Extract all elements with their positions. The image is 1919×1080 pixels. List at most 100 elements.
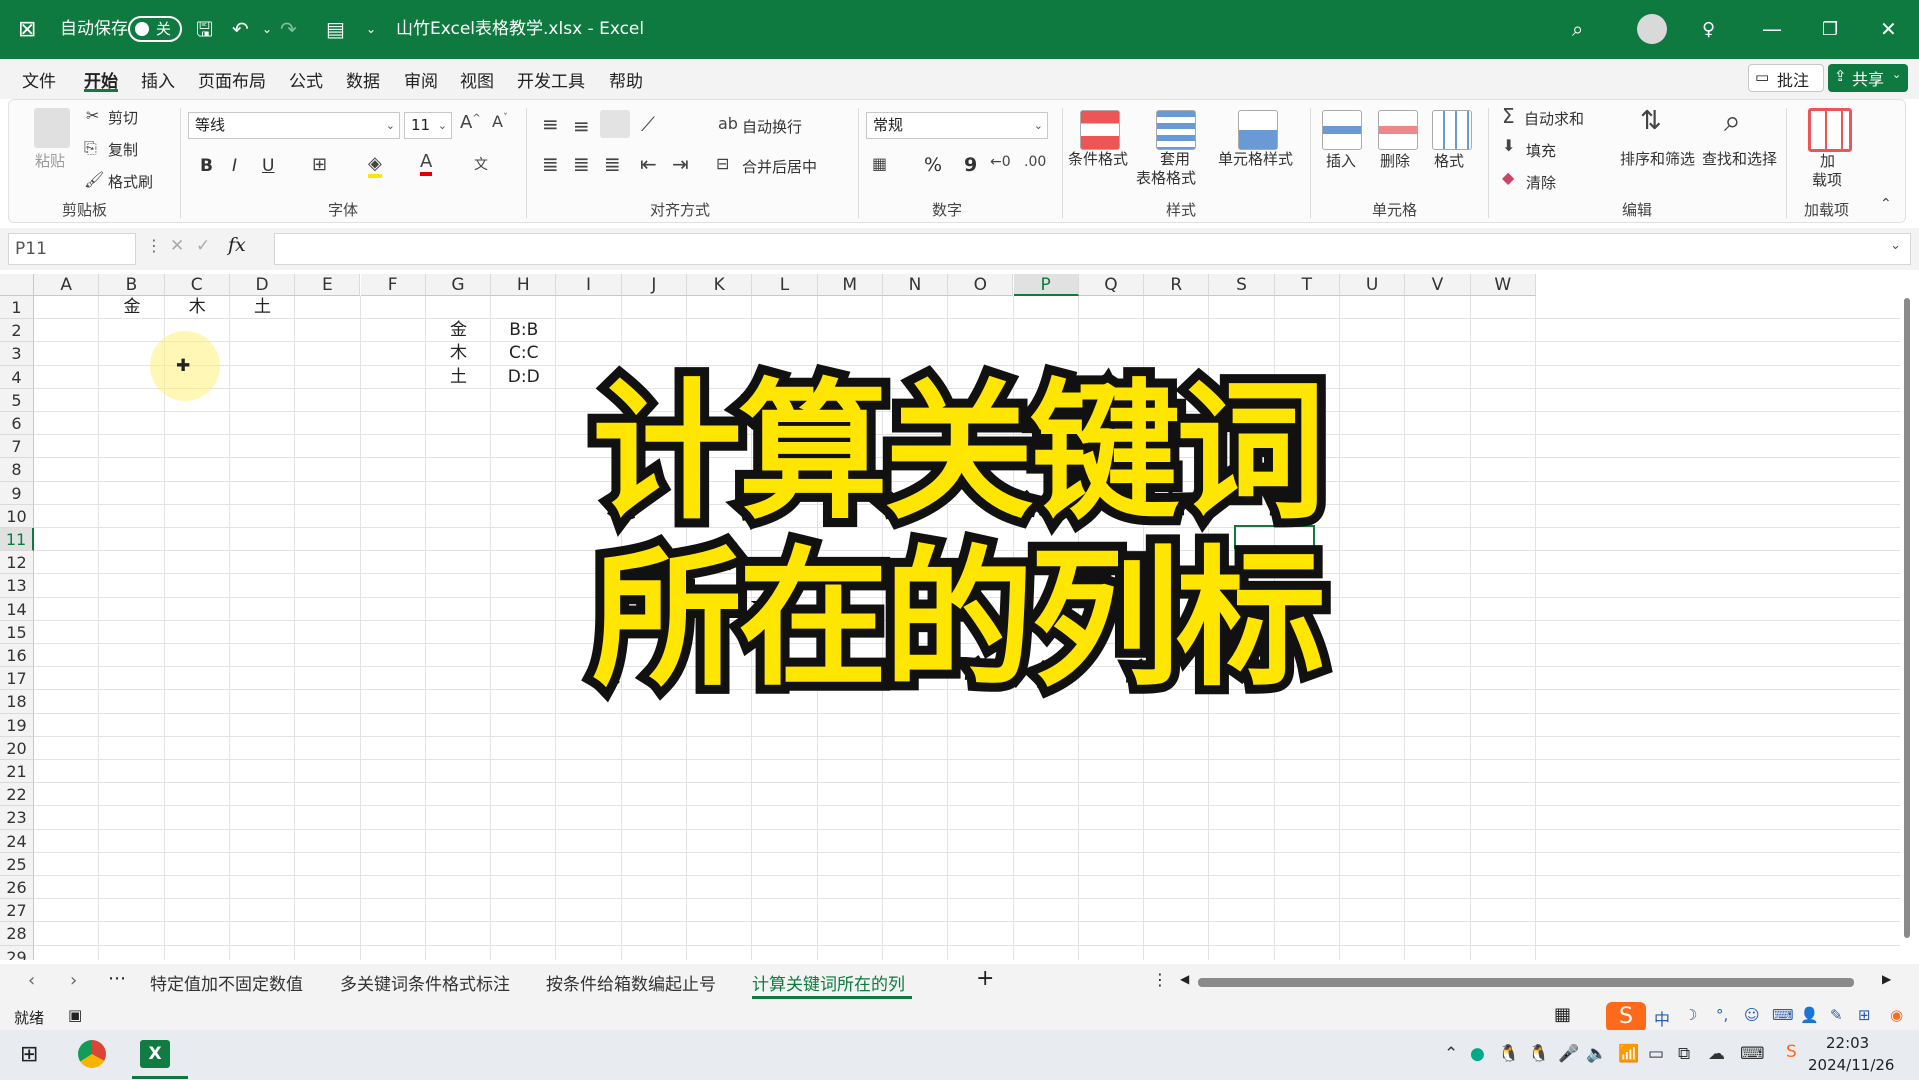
prev-sheet-icon[interactable]: ‹ [28,970,35,991]
volume-icon[interactable]: 🔈 [1586,1044,1607,1064]
ime-mode[interactable]: 中 [1654,1006,1670,1030]
undo-dropdown-icon[interactable]: ⌄ [262,0,272,59]
tab-data[interactable]: 数据 [346,67,380,92]
row-header-16[interactable]: 16 [0,644,34,668]
battery-icon[interactable]: ▭ [1648,1044,1664,1064]
device-icon[interactable]: ⧉ [1678,1044,1690,1064]
column-header-v[interactable]: V [1405,274,1471,296]
align-right-icon[interactable]: ≣ [604,152,621,176]
format-as-table-line1[interactable]: 套用 [1160,148,1190,169]
keyboard-ime-icon[interactable]: ⌨ [1772,1006,1794,1024]
sort-filter-button[interactable]: 排序和筛选 [1620,148,1695,169]
row-header-10[interactable]: 10 [0,504,34,528]
more-options-icon[interactable]: ⋮ [146,236,162,255]
column-header-o[interactable]: O [948,274,1014,296]
column-header-b[interactable]: B [99,274,165,296]
increase-decimal-icon[interactable]: ←0 [990,154,1011,170]
cell-b1[interactable]: 金 [99,296,164,319]
excel-taskbar-icon[interactable]: X [140,1040,170,1068]
clock-date[interactable]: 2024/11/26 [1808,1056,1894,1074]
cancel-entry-icon[interactable]: ✕ [170,236,184,256]
phonetic-icon[interactable]: 文 [474,154,488,174]
insert-cells-button[interactable]: 插入 [1326,150,1356,171]
align-middle-icon[interactable]: ≡ [573,114,590,138]
column-header-k[interactable]: K [687,274,753,296]
sheet-tab-active[interactable]: 计算关键词所在的列 [752,970,905,995]
search-icon[interactable]: ⌕ [1572,0,1583,59]
align-left-icon[interactable]: ≣ [542,152,559,176]
sheet-tab[interactable]: 多关键词条件格式标注 [340,970,510,995]
column-header-i[interactable]: I [556,274,622,296]
vertical-scrollbar[interactable] [1901,284,1911,960]
lightbulb-icon[interactable]: ♀ [1702,0,1715,59]
row-header-26[interactable]: 26 [0,876,34,900]
name-box[interactable]: P11 [8,233,136,265]
tab-page-layout[interactable]: 页面布局 [198,67,266,92]
column-header-u[interactable]: U [1340,274,1406,296]
increase-font-icon[interactable]: A^ [460,112,481,133]
row-header-4[interactable]: 4 [0,365,34,389]
comments-button[interactable]: ▭ 批注 [1748,64,1824,92]
column-header-t[interactable]: T [1274,274,1340,296]
font-size-combo[interactable]: 11 ⌄ [404,112,452,139]
confirm-entry-icon[interactable]: ✓ [196,236,210,256]
vertical-scroll-thumb[interactable] [1904,298,1910,938]
column-header-c[interactable]: C [164,274,230,296]
wrap-text-button[interactable]: 自动换行 [742,116,802,137]
decrease-decimal-icon[interactable]: .00 [1024,154,1046,170]
autosave-toggle[interactable]: 关 [128,16,182,42]
number-format-combo[interactable]: 常规 ⌄ [866,112,1048,139]
tab-file[interactable]: 文件 [22,67,56,92]
row-header-17[interactable]: 17 [0,667,34,691]
column-header-q[interactable]: Q [1078,274,1145,296]
sheet-tab[interactable]: 按条件给箱数编起止号 [546,970,716,995]
sheet-tab[interactable]: 特定值加不固定数值 [150,970,303,995]
wifi-icon[interactable]: 📶 [1618,1044,1639,1064]
row-header-14[interactable]: 14 [0,597,34,621]
punctuation-icon[interactable]: °, [1716,1006,1728,1024]
row-header-2[interactable]: 2 [0,319,34,343]
column-header-m[interactable]: M [817,274,883,296]
row-header-6[interactable]: 6 [0,412,34,436]
column-header-l[interactable]: L [752,274,818,296]
accessibility-icon[interactable]: ▣ [68,1006,82,1024]
italic-button[interactable]: I [232,156,237,176]
decrease-font-icon[interactable]: Aˇ [492,112,508,131]
row-header-28[interactable]: 28 [0,922,34,946]
tab-formulas[interactable]: 公式 [289,67,323,92]
restore-icon[interactable]: ❐ [1822,0,1838,59]
toolbox-icon[interactable]: ⊞ [1858,1006,1871,1024]
close-icon[interactable]: ✕ [1880,0,1897,59]
row-header-8[interactable]: 8 [0,458,34,482]
addins-line1[interactable]: 加 [1820,150,1835,171]
cell-g3[interactable]: 木 [426,342,491,365]
tab-review[interactable]: 审阅 [404,67,438,92]
add-sheet-icon[interactable]: + [976,966,994,991]
column-header-j[interactable]: J [621,274,687,296]
tab-split-icon[interactable]: ⋮ [1152,970,1168,989]
row-header-12[interactable]: 12 [0,551,34,575]
column-header-p[interactable]: P [1013,274,1079,296]
row-header-20[interactable]: 20 [0,736,34,760]
expand-formula-icon[interactable]: ⌄ [1890,238,1901,253]
bold-button[interactable]: B [200,156,213,176]
tray-expand-icon[interactable]: ⌃ [1444,1044,1458,1064]
row-header-11[interactable]: 11 [0,528,34,552]
row-header-29[interactable]: 29 [0,945,34,960]
chrome-icon[interactable] [78,1040,106,1068]
row-header-15[interactable]: 15 [0,620,34,644]
accounting-format-icon[interactable]: ▦ [872,154,887,173]
percent-button[interactable]: % [924,154,942,176]
qq-icon[interactable]: 🐧 [1498,1044,1519,1064]
avatar[interactable] [1637,14,1667,44]
user-ime-icon[interactable]: 👤 [1800,1006,1819,1024]
select-all-button[interactable] [0,274,34,296]
align-center-icon[interactable]: ≣ [573,152,590,176]
tab-view[interactable]: 视图 [460,67,494,92]
microphone-icon[interactable]: 🎤 [1558,1044,1579,1064]
more-sheets-icon[interactable]: ⋯ [108,968,126,989]
share-button[interactable]: ⇪ 共享 ⌄ [1828,64,1908,92]
clear-button[interactable]: 清除 [1526,172,1556,193]
undo-icon[interactable]: ↶ [232,0,249,59]
clock-time[interactable]: 22:03 [1826,1034,1869,1052]
